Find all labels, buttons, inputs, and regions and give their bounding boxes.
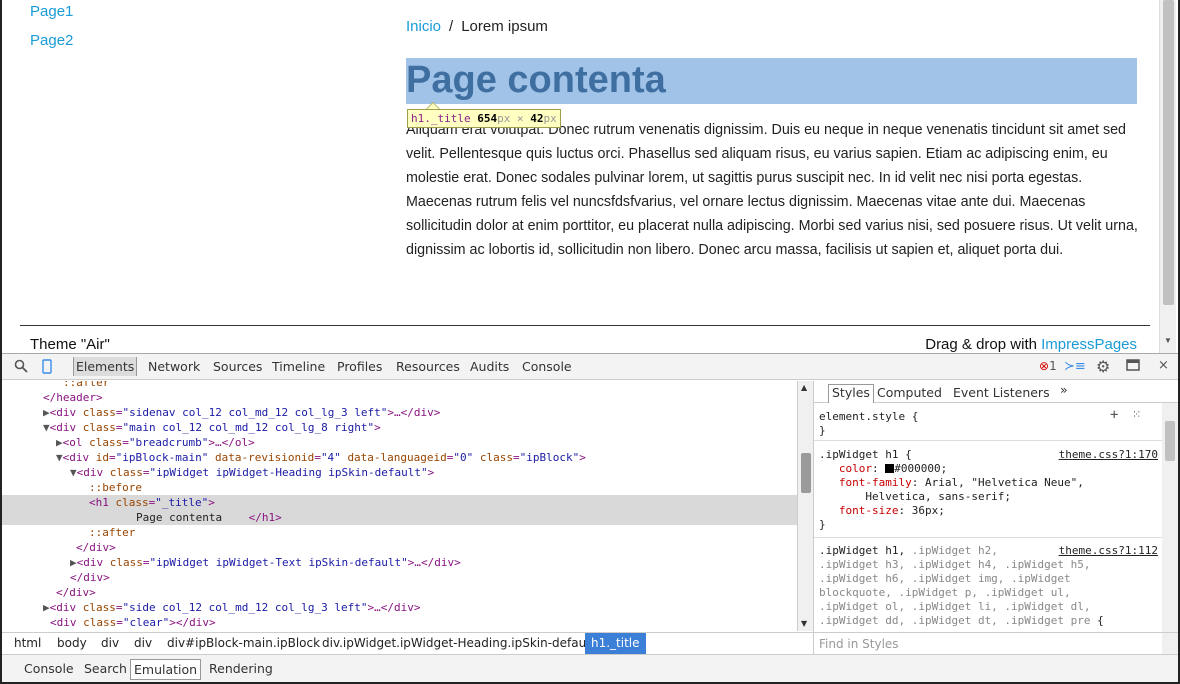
toggle-state-icon[interactable]: ⁙ [1132,408,1141,421]
page-title[interactable]: Page contenta [406,56,666,104]
add-rule-icon[interactable]: + [1110,407,1118,423]
dom-node-line[interactable]: <h1 class="_title"> [2,495,797,510]
tab-timeline[interactable]: Timeline [272,359,325,374]
page-viewport: Page1 Page2 Inicio / Lorem ipsum Page cont… [4,0,1159,353]
dom-node-line[interactable]: <div class="clear"></div> [2,615,797,630]
dom-node-line[interactable]: ▶<ol class="breadcrumb">…</ol> [2,435,797,450]
crumb-div-2[interactable]: div [134,636,152,650]
footer-credit: Drag & drop with ImpressPages [925,336,1137,353]
breadcrumb-separator: / [449,18,454,35]
drawer-tabs: Console Search Emulation Rendering [2,654,1178,682]
stylesheet-link-2[interactable]: theme.css?1:112 [1059,544,1158,557]
body-paragraph: Aliquam erat volutpat. Donec rutrum vene… [406,122,1138,258]
dom-node-line[interactable]: ▶<div class="side col_12 col_md_12 col_l… [2,600,797,615]
crumb-ipwidget-heading[interactable]: div.ipWidget.ipWidget-Heading.ipSkin-def… [322,636,594,650]
error-counter[interactable]: ⊗1 [1039,359,1057,373]
rule-divider [814,440,1162,441]
dom-breadcrumb-path: html body div div div#ipBlock-main.ipBlo… [2,632,813,654]
tab-styles[interactable]: Styles [828,384,874,403]
page-scrollbar-thumb[interactable] [1163,0,1174,305]
styles-tabs: Styles Computed Event Listeners » [814,381,1178,403]
crumb-h1-title-selected[interactable]: h1._title [585,633,646,654]
tooltip-times: × [516,112,524,125]
tab-console[interactable]: Console [522,359,572,374]
dom-node-line[interactable]: ▼<div id="ipBlock-main" data-revisionid=… [2,450,797,465]
drawer-tab-emulation[interactable]: Emulation [130,659,202,680]
element-style-rule[interactable]: element.style { } [819,410,918,438]
dom-node-line[interactable]: ▶<div class="ipWidget ipWidget-Text ipSk… [2,555,797,570]
tab-profiles[interactable]: Profiles [337,359,382,374]
tooltip-arrow [426,102,440,109]
tooltip-unit-2: px [543,112,557,125]
drawer-tab-console[interactable]: Console [24,661,74,676]
dom-node-line[interactable]: ::after [2,381,797,390]
tab-event-listeners[interactable]: Event Listeners [953,385,1050,400]
tab-network[interactable]: Network [148,359,200,374]
scroll-down-icon[interactable]: ▼ [801,619,807,628]
tooltip-unit: px [497,112,511,125]
breadcrumb-current: Lorem ipsum [461,18,548,35]
dom-node-line[interactable]: </div> [2,585,797,600]
dock-side-icon[interactable] [1126,357,1142,377]
footer-divider [20,325,1150,326]
tooltip-height: 42 [530,112,544,125]
dom-node-line[interactable]: Page contenta </h1> [2,510,797,525]
drawer-tab-rendering[interactable]: Rendering [209,661,273,676]
tooltip-width: 654 [477,112,498,125]
sidebar-link-page2[interactable]: Page2 [30,32,73,49]
styles-scrollbar[interactable] [1162,403,1178,654]
element-size-tooltip: h1._title 654px × 42px [407,109,561,128]
console-drawer-icon[interactable]: ≻≡ [1064,359,1086,374]
footer-theme-label: Theme "Air" [30,336,110,353]
tab-sources[interactable]: Sources [213,359,262,374]
dom-tree-scrollbar-thumb[interactable] [801,453,811,493]
dom-node-line[interactable]: </div> [2,540,797,555]
close-devtools-icon[interactable]: × [1158,358,1169,373]
breadcrumb: Inicio / Lorem ipsum [406,18,548,35]
crumb-body[interactable]: body [57,636,87,650]
dom-node-line[interactable]: </div> [2,570,797,585]
dom-node-line[interactable]: ▼<div class="ipWidget ipWidget-Heading i… [2,465,797,480]
device-mode-icon[interactable] [42,359,52,378]
scroll-down-icon[interactable]: ▼ [1164,336,1172,345]
tab-computed[interactable]: Computed [877,385,942,400]
impresspages-link[interactable]: ImpressPages [1041,336,1137,353]
dom-tree-scrollbar[interactable]: ▲ ▼ [797,381,813,631]
crumb-div[interactable]: div [101,636,119,650]
devtools-panel: Elements Network Sources Timeline Profil… [2,353,1178,682]
crumb-html[interactable]: html [14,636,41,650]
ipwidget-h1-rule[interactable]: .ipWidget h1 { color: #000000; font-fami… [819,448,1084,532]
find-in-styles-input[interactable]: Find in Styles [813,632,1178,654]
sidebar-link-page1[interactable]: Page1 [30,3,73,20]
tab-elements[interactable]: Elements [73,357,138,376]
more-tabs-icon[interactable]: » [1060,382,1068,397]
styles-scrollbar-thumb[interactable] [1165,421,1175,461]
page-scrollbar[interactable]: ▼ [1159,0,1176,353]
breadcrumb-home-link[interactable]: Inicio [406,18,441,35]
dom-node-line[interactable]: </header> [2,390,797,405]
dom-node-line[interactable]: ::after [2,525,797,540]
devtools-toolbar: Elements Network Sources Timeline Profil… [2,354,1178,380]
dom-node-line[interactable]: ▼<div class="main col_12 col_md_12 col_l… [2,420,797,435]
stylesheet-link[interactable]: theme.css?1:170 [1059,448,1158,461]
scroll-up-icon[interactable]: ▲ [801,383,807,392]
dom-node-line[interactable]: ▶<div class="sidenav col_12 col_md_12 co… [2,405,797,420]
dom-node-line[interactable]: ::before [2,480,797,495]
tooltip-tag: h1._title [411,112,471,125]
dom-tree[interactable]: ::after </header> ▶<div class="sidenav col… [2,381,797,631]
inspect-search-icon[interactable] [14,359,28,377]
crumb-ipblock-main[interactable]: div#ipBlock-main.ipBlock [167,636,320,650]
settings-gear-icon[interactable]: ⚙ [1096,357,1110,376]
tab-resources[interactable]: Resources [396,359,460,374]
browser-window: Page1 Page2 Inicio / Lorem ipsum Page cont… [0,0,1180,684]
drawer-tab-search[interactable]: Search [84,661,127,676]
styles-pane: Styles Computed Event Listeners » elemen… [813,381,1178,654]
rule-divider [814,537,1162,538]
footer-credit-text: Drag & drop with [925,336,1042,353]
tab-audits[interactable]: Audits [470,359,509,374]
error-count: 1 [1049,359,1057,373]
